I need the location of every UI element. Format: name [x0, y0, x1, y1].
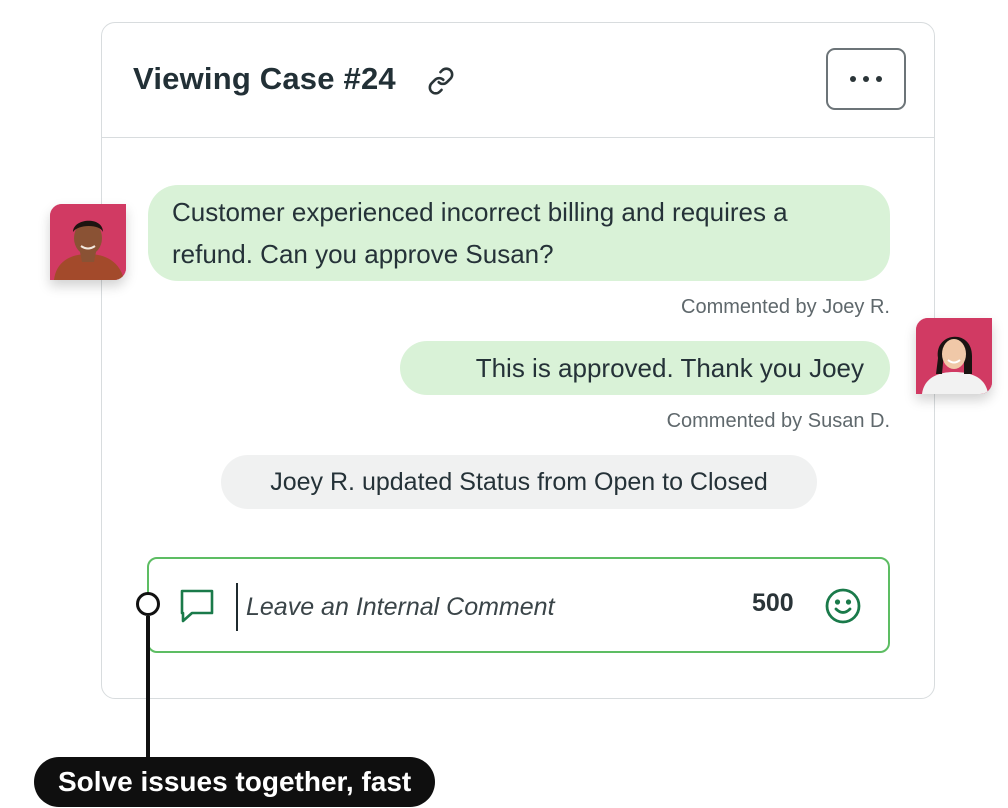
comment-composer[interactable]: 500 [147, 557, 890, 653]
avatar [916, 318, 992, 394]
link-icon[interactable] [427, 67, 455, 95]
tagline-callout: Solve issues together, fast [34, 757, 436, 807]
character-count: 500 [752, 589, 794, 617]
message-bubble-joey: Customer experienced incorrect billing a… [148, 185, 890, 281]
avatar-joey-image [50, 204, 126, 280]
text-caret [236, 583, 238, 631]
more-horizontal-icon [850, 76, 882, 82]
comment-input[interactable] [246, 583, 666, 631]
avatar-susan-image [916, 318, 992, 394]
more-options-button[interactable] [826, 48, 906, 110]
callout-line [146, 616, 150, 760]
comment-meta-susan: Commented by Susan D. [666, 410, 890, 432]
smiley-icon[interactable] [824, 587, 862, 625]
status-update-event: Joey R. updated Status from Open to Clos… [221, 455, 817, 509]
comment-meta-joey: Commented by Joey R. [681, 296, 890, 318]
avatar [50, 204, 126, 280]
callout-dot [136, 592, 160, 616]
message-bubble-susan: This is approved. Thank you Joey [400, 341, 890, 395]
chat-bubble-icon [180, 589, 214, 623]
case-header: Viewing Case #24 [102, 23, 934, 138]
page-title: Viewing Case #24 [133, 61, 396, 96]
